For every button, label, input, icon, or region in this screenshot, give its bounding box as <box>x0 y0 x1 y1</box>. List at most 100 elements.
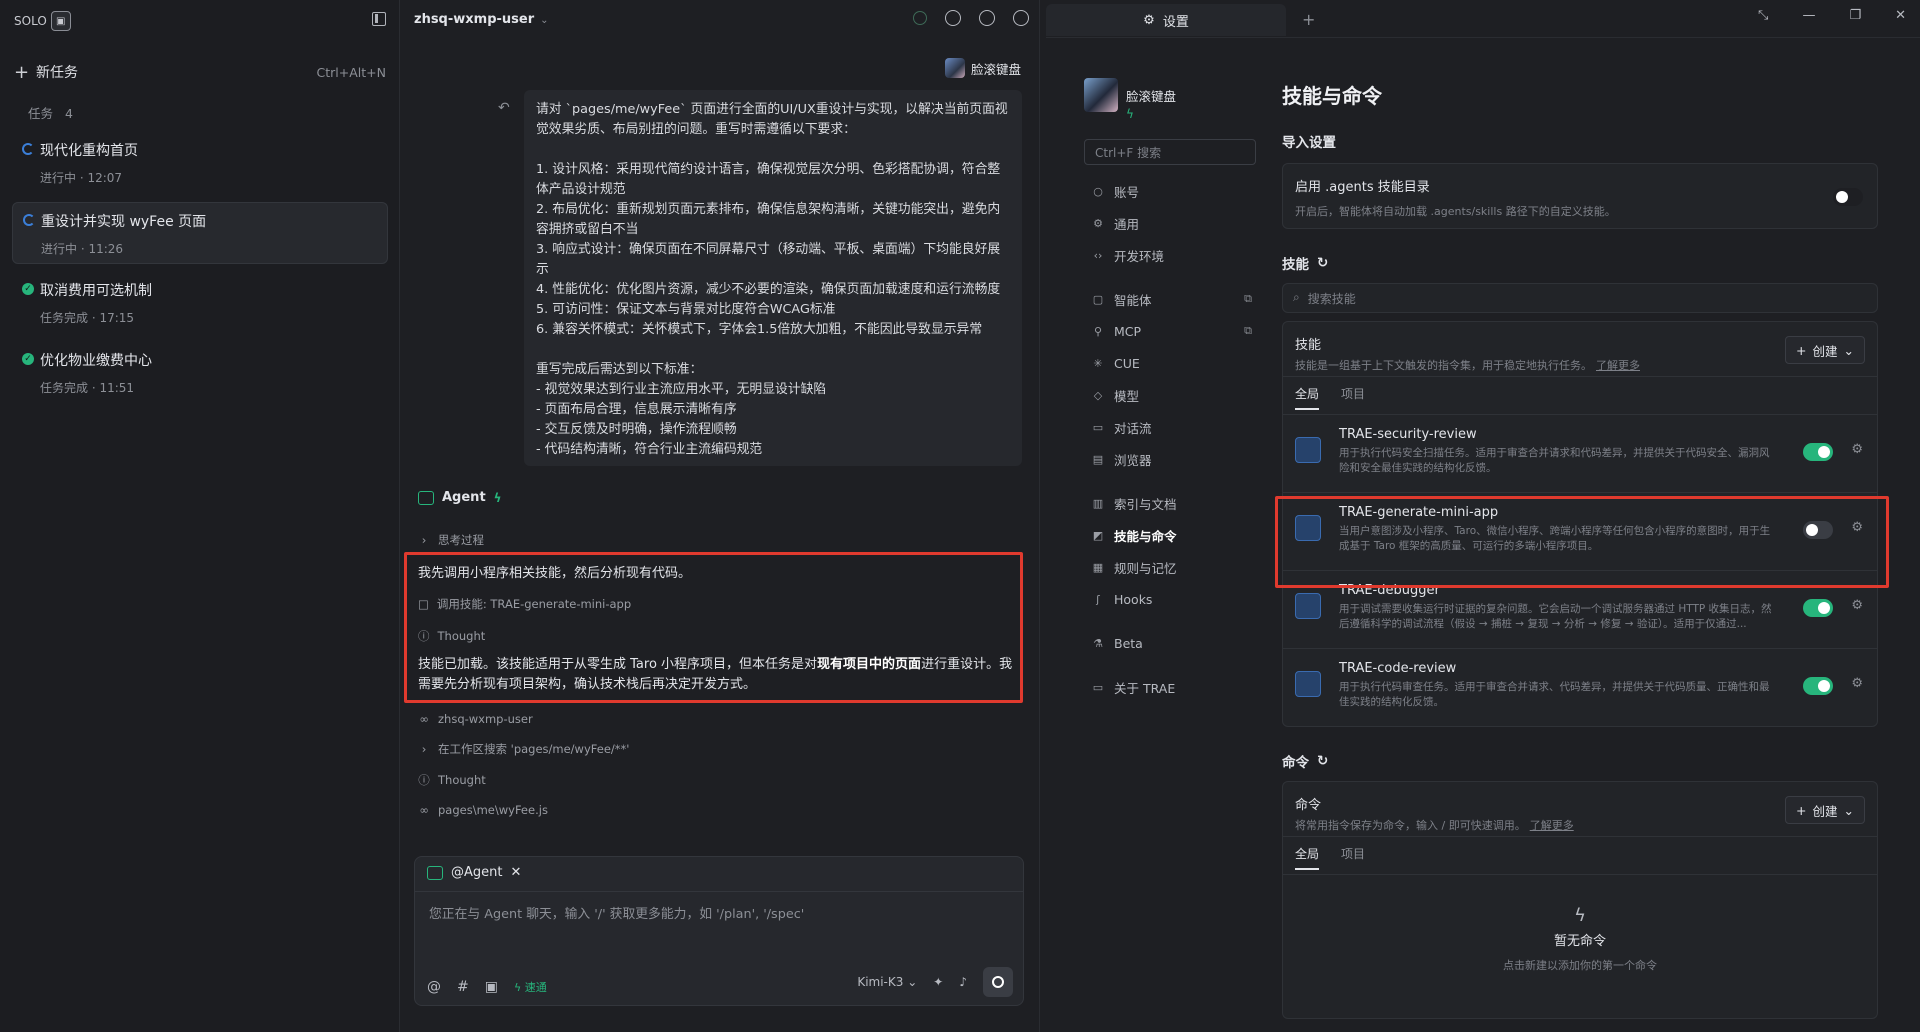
commands-card-desc-wrap: 将常用指令保存为命令，输入 / 即可快速调用。 了解更多 <box>1295 817 1865 833</box>
tab-global[interactable]: 全局 <box>1295 845 1320 870</box>
nav-label: CUE <box>1114 355 1140 371</box>
nav-item-dev-env[interactable]: ‹› 开发环境 <box>1084 239 1256 271</box>
chat-input[interactable]: 您正在与 Agent 聊天，输入 '/' 获取更多能力，如 '/plan', '… <box>429 903 804 922</box>
mic-icon[interactable]: ♪ <box>959 975 967 989</box>
agents-dir-toggle[interactable] <box>1833 188 1863 206</box>
skill-toggle[interactable] <box>1803 443 1833 461</box>
refresh-icon[interactable]: ↻ <box>1317 753 1328 769</box>
image-icon[interactable]: ▣ <box>485 979 498 995</box>
nav-gap <box>1084 659 1256 671</box>
profile[interactable]: 脸滚键盘 ϟ <box>1084 78 1256 121</box>
gear-icon[interactable]: ⚙ <box>1851 442 1863 457</box>
add-tab-icon[interactable]: + <box>1302 10 1315 29</box>
hash-icon[interactable]: # <box>457 979 469 995</box>
settings-search-input[interactable]: Ctrl+F 搜索 <box>1084 139 1256 165</box>
settings-gear-icon[interactable] <box>979 10 995 26</box>
task-item-active[interactable]: 重设计并实现 wyFee 页面 进行中 · 11:26 <box>12 202 388 264</box>
step-repo[interactable]: ∞ zhsq-wxmp-user <box>418 712 533 726</box>
thought-icon: ⓘ <box>418 629 430 643</box>
nav-gap <box>1084 475 1256 487</box>
nav-item-mcp[interactable]: ⚲ MCP ⧉ <box>1084 315 1256 347</box>
nav-item-beta[interactable]: ⚗ Beta <box>1084 627 1256 659</box>
run-icon[interactable] <box>913 11 927 25</box>
mention-icon[interactable]: @ <box>427 979 441 995</box>
task-status: 任务完成 · 11:51 <box>40 381 135 395</box>
create-command-button[interactable]: + 创建 ⌄ <box>1785 796 1865 824</box>
sparkle-icon[interactable]: ✦ <box>933 975 943 989</box>
tab-global[interactable]: 全局 <box>1295 385 1320 410</box>
tab-settings[interactable]: ⚙ 设置 <box>1046 4 1286 36</box>
nav-item-account[interactable]: ○ 账号 <box>1084 175 1256 207</box>
project-selector[interactable]: zhsq-wxmp-user ⌄ <box>414 12 549 27</box>
create-skill-button[interactable]: + 创建 ⌄ <box>1785 336 1865 364</box>
sidebar-collapse-icon[interactable] <box>372 12 386 26</box>
step-thought[interactable]: ⓘ Thought <box>418 772 486 788</box>
nav-item-models[interactable]: ◇ 模型 <box>1084 379 1256 411</box>
gear-icon: ⚙ <box>1143 12 1155 28</box>
nav-item-rules[interactable]: ▦ 规则与记忆 <box>1084 551 1256 583</box>
nav-item-agents[interactable]: ▢ 智能体 ⧉ <box>1084 283 1256 315</box>
skill-book-icon <box>1295 437 1321 463</box>
skill-desc: 用于执行代码审查任务。适用于审查合并请求、代码差异，并提供关于代码质量、正确性和… <box>1339 681 1770 708</box>
input-right-tools: Kimi-K3 ⌄ ✦ ♪ <box>857 967 1013 997</box>
solo-badge[interactable]: SOLO ▣ <box>14 10 71 32</box>
close-icon[interactable]: ✕ <box>1895 8 1906 23</box>
gear-icon[interactable]: ⚙ <box>1851 598 1863 613</box>
shrink-icon[interactable]: ⤡ <box>1758 8 1768 23</box>
nav-item-cue[interactable]: ✳ CUE <box>1084 347 1256 379</box>
skill-call-step[interactable]: □ 调用技能: TRAE-generate-mini-app <box>418 596 631 612</box>
cube-icon: ◇ <box>1093 388 1103 402</box>
new-task-label: 新任务 <box>36 65 78 81</box>
chevron-down-icon: ⌄ <box>1843 342 1854 358</box>
skill-toggle[interactable] <box>1803 677 1833 695</box>
minimize-icon[interactable]: — <box>1802 8 1815 23</box>
step-repo-label: zhsq-wxmp-user <box>438 712 533 726</box>
skill-toggle[interactable] <box>1803 599 1833 617</box>
fast-mode-toggle[interactable]: ϟ 速通 <box>514 979 547 995</box>
agent-mention[interactable]: @Agent ✕ <box>427 865 521 880</box>
tab-project[interactable]: 项目 <box>1341 385 1365 402</box>
nav-item-about[interactable]: ▭ 关于 TRAE <box>1084 671 1256 703</box>
nav-label: MCP <box>1114 323 1142 339</box>
account-icon[interactable] <box>1013 10 1029 26</box>
task-item[interactable]: ✓ 优化物业缴费中心 任务完成 · 11:51 <box>12 342 388 404</box>
tab-project[interactable]: 项目 <box>1341 845 1365 862</box>
task-count: 4 <box>65 106 73 121</box>
gear-icon[interactable]: ⚙ <box>1851 676 1863 691</box>
step-file[interactable]: ∞ pages\me\wyFee.js <box>418 803 548 817</box>
nav-item-index[interactable]: ▥ 索引与文档 <box>1084 487 1256 519</box>
task-item[interactable]: 现代化重构首页 进行中 · 12:07 <box>12 132 388 194</box>
skills-card-desc: 技能是一组基于上下文触发的指令集，用于稳定地执行任务。 <box>1295 359 1592 372</box>
thought-step[interactable]: ⓘ Thought <box>418 628 485 644</box>
undo-icon[interactable]: ↶ <box>498 100 510 116</box>
plus-icon: + <box>1796 342 1807 358</box>
task-sidebar: SOLO ▣ + 新任务 Ctrl+Alt+N 任务 4 现代化重构首页 进行中… <box>0 0 400 1032</box>
send-button[interactable] <box>983 967 1013 997</box>
restore-icon[interactable]: ❐ <box>1849 8 1861 23</box>
refresh-icon[interactable]: ↻ <box>1317 255 1328 271</box>
skill-icon: ◩ <box>1092 528 1104 542</box>
task-item[interactable]: ✓ 取消费用可选机制 任务完成 · 17:15 <box>12 272 388 334</box>
avatar <box>944 58 965 78</box>
tools-icon: ✕ <box>510 865 522 880</box>
new-task-button[interactable]: + 新任务 Ctrl+Alt+N <box>14 58 386 86</box>
skills-search-input[interactable]: ⌕ 搜索技能 <box>1282 283 1878 313</box>
learn-more-link[interactable]: 了解更多 <box>1596 359 1640 372</box>
nav-item-hooks[interactable]: ʃ Hooks <box>1084 583 1256 615</box>
nav-item-general[interactable]: ⚙ 通用 <box>1084 207 1256 239</box>
thinking-toggle[interactable]: › 思考过程 <box>418 532 484 548</box>
page-title: 技能与命令 <box>1282 84 1382 108</box>
model-selector[interactable]: Kimi-K3 ⌄ <box>857 975 917 989</box>
skill-book-icon <box>1295 671 1321 697</box>
avatar <box>1084 78 1118 112</box>
nav-item-chatflow[interactable]: ▭ 对话流 <box>1084 411 1256 443</box>
new-chat-icon[interactable] <box>945 10 961 26</box>
step-file-label: pages\me\wyFee.js <box>438 803 548 817</box>
learn-more-link[interactable]: 了解更多 <box>1530 819 1574 832</box>
browser-icon: ▤ <box>1092 452 1104 466</box>
nav-item-skills[interactable]: ◩ 技能与命令 <box>1084 519 1256 551</box>
step-search[interactable]: › 在工作区搜索 'pages/me/wyFee/**' <box>418 741 630 757</box>
cue-icon: ✳ <box>1093 356 1103 370</box>
commands-title-text: 命令 <box>1282 755 1309 771</box>
nav-item-browser[interactable]: ▤ 浏览器 <box>1084 443 1256 475</box>
